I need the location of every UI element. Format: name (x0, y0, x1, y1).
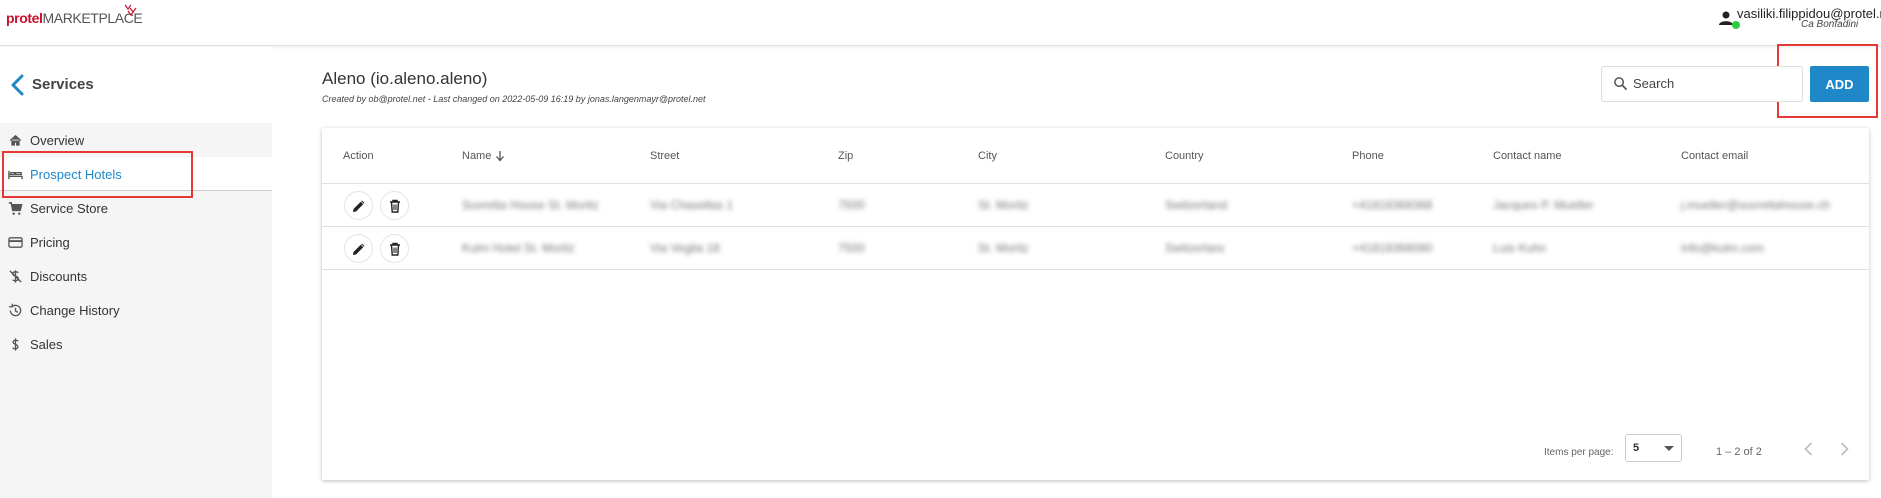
cell-phone: +41818368368 (1352, 198, 1433, 212)
items-per-page-label: Items per page: (1544, 447, 1614, 458)
cell-city: St. Moritz (978, 241, 1029, 255)
cell-contact-email: info@kulm.com (1681, 241, 1764, 255)
column-header-city: City (978, 150, 997, 162)
credit-card-icon (8, 237, 23, 248)
sidebar-item-label: Pricing (30, 235, 70, 250)
sidebar-title: Services (32, 76, 94, 93)
sidebar-item-sales[interactable]: Sales (0, 327, 272, 361)
logo-mark-icon (124, 4, 137, 16)
sidebar-item-label: Overview (30, 133, 85, 148)
column-header-label: Name (462, 150, 492, 162)
cell-name: Kulm Hotel St. Moritz (462, 241, 575, 255)
sidebar-item-prospect-hotels[interactable]: Prospect Hotels (0, 157, 272, 191)
search-icon (1614, 77, 1628, 91)
cell-contact-name: Luis Kuhn (1493, 241, 1547, 255)
sidebar-header: Services (0, 47, 272, 123)
bed-icon (8, 170, 23, 180)
column-header-country: Country (1165, 150, 1204, 162)
sidebar-item-service-store[interactable]: Service Store (0, 191, 272, 225)
pencil-icon (353, 200, 365, 212)
back-chevron-icon[interactable] (10, 74, 24, 96)
cell-contact-name: Jacques P. Mueller (1493, 198, 1594, 212)
column-header-street: Street (650, 150, 680, 162)
cart-icon (8, 202, 23, 215)
sidebar-item-change-history[interactable]: Change History (0, 293, 272, 327)
delete-button[interactable] (380, 191, 409, 220)
sidebar-item-overview[interactable]: Overview (0, 123, 272, 157)
sidebar-item-label: Change History (30, 303, 120, 318)
sidebar-item-label: Service Store (30, 201, 109, 216)
logo-brand: protel (6, 10, 43, 26)
column-header-zip: Zip (838, 150, 854, 162)
column-header-name[interactable]: Name (462, 150, 505, 162)
cell-country: Switzerland (1165, 241, 1225, 255)
prospect-hotels-table: Action Name Street Zip City Country Phon… (322, 128, 1869, 480)
page-range-label: 1 – 2 of 2 (1716, 446, 1762, 458)
top-bar: protelMARKETPLACE vasiliki.filippidou@pr… (0, 0, 1881, 46)
cell-country: Switzerland (1165, 198, 1228, 212)
page-title: Aleno (io.aleno.aleno) (322, 69, 488, 88)
table-row[interactable]: Suvretta House St. Moritz Via Chasellas … (322, 184, 1869, 226)
online-status-dot (1732, 21, 1740, 29)
cell-phone: +41818368080 (1352, 241, 1433, 255)
column-header-action: Action (343, 150, 374, 162)
user-property: Ca Bonfadini (1801, 19, 1859, 30)
sidebar-item-pricing[interactable]: Pricing (0, 225, 272, 259)
previous-page-icon[interactable] (1799, 439, 1819, 459)
dropdown-caret-icon (1664, 446, 1674, 451)
page-subtitle: Created by ob@protel.net - Last changed … (322, 94, 706, 104)
sidebar-item-label: Prospect Hotels (30, 167, 122, 182)
sidebar-item-label: Discounts (30, 269, 88, 284)
table-row[interactable]: Kulm Hotel St. Moritz Via Veglia 18 7500… (322, 227, 1869, 269)
protel-marketplace-logo[interactable]: protelMARKETPLACE (6, 10, 143, 26)
user-menu[interactable]: vasiliki.filippidou@protel.n Ca Bonfadin… (1716, 6, 1881, 36)
cell-street: Via Veglia 18 (650, 241, 720, 255)
page-size-select[interactable]: 5 (1625, 434, 1682, 462)
column-header-contact-email: Contact email (1681, 150, 1749, 162)
sidebar-item-label: Sales (30, 337, 63, 352)
pencil-icon (353, 243, 365, 255)
sort-arrow-down-icon (496, 151, 505, 162)
page-size-value: 5 (1633, 442, 1640, 454)
column-header-contact-name: Contact name (1493, 150, 1562, 162)
row-divider (322, 269, 1869, 270)
dollar-icon (12, 338, 19, 351)
trash-icon (390, 242, 400, 256)
edit-button[interactable] (344, 234, 373, 263)
history-icon (8, 303, 22, 317)
cell-contact-email: j.mueller@suvrettahouse.ch (1681, 198, 1830, 212)
trash-icon (390, 199, 400, 213)
column-header-phone: Phone (1352, 150, 1384, 162)
search-box[interactable] (1601, 66, 1803, 102)
cell-street: Via Chasellas 1 (650, 198, 734, 212)
discount-icon (9, 270, 22, 283)
edit-button[interactable] (344, 191, 373, 220)
delete-button[interactable] (380, 234, 409, 263)
next-page-icon[interactable] (1834, 439, 1854, 459)
search-input[interactable] (1633, 76, 1793, 91)
home-icon (9, 134, 22, 146)
cell-zip: 7500 (838, 241, 865, 255)
cell-zip: 7500 (838, 198, 865, 212)
cell-city: St. Moritz (978, 198, 1029, 212)
sidebar-item-discounts[interactable]: Discounts (0, 259, 272, 293)
cell-name: Suvretta House St. Moritz (462, 198, 599, 212)
add-button[interactable]: ADD (1810, 66, 1869, 102)
sidebar: Services Overview Prospect Hotels Servic… (0, 47, 272, 498)
